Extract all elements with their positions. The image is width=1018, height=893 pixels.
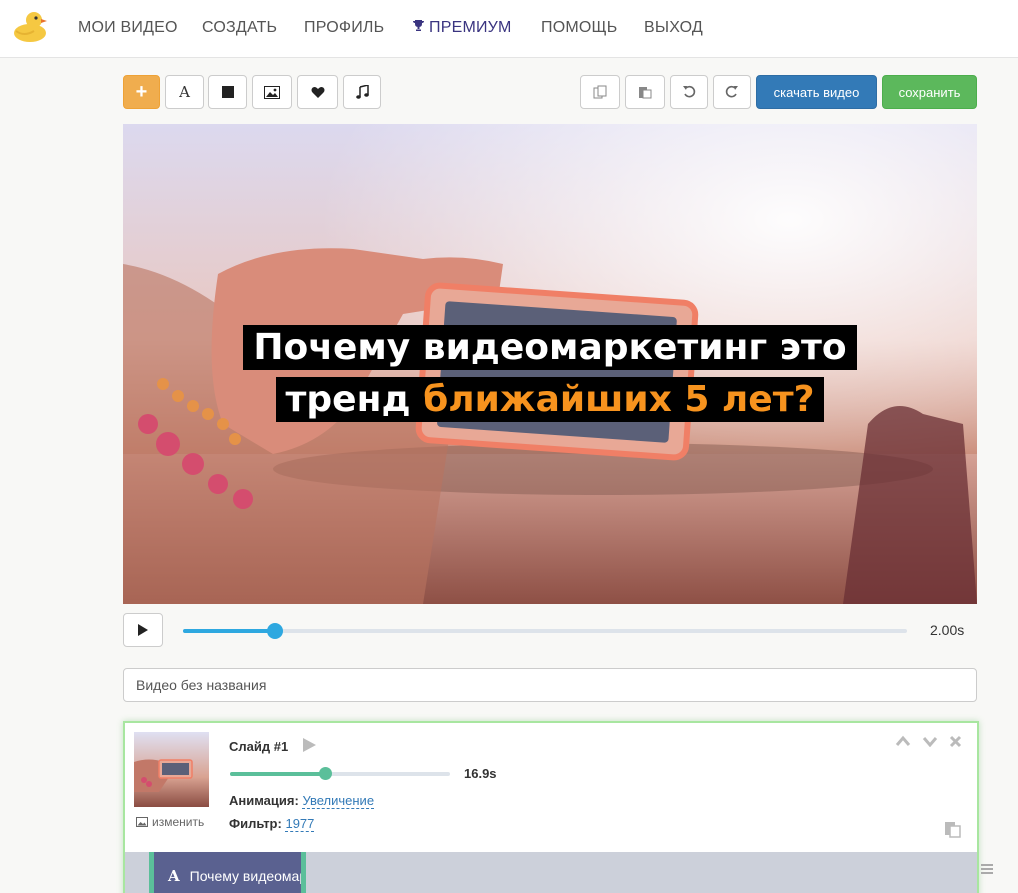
timeline-slider[interactable]: [183, 623, 907, 639]
filter-label: Фильтр:: [229, 816, 282, 831]
play-icon[interactable]: [301, 737, 317, 753]
save-button[interactable]: сохранить: [882, 75, 977, 109]
paste-icon: [639, 87, 652, 99]
add-shape-button[interactable]: [208, 75, 247, 109]
caption-line-2-text: тренд ближайших 5 лет?: [275, 377, 825, 422]
close-icon[interactable]: [949, 735, 962, 748]
nav-profile[interactable]: ПРОФИЛЬ: [304, 19, 384, 37]
paste-button[interactable]: [625, 75, 665, 109]
play-icon: [138, 624, 148, 636]
filter-row: Фильтр: 1977: [229, 816, 315, 832]
text-layer-label: Почему видеомаркетинг: [189, 867, 301, 884]
change-image-label: изменить: [152, 815, 205, 829]
add-sticker-button[interactable]: [297, 75, 338, 109]
heart-icon: [311, 86, 324, 98]
add-music-button[interactable]: [343, 75, 381, 109]
top-navbar: МОИ ВИДЕО СОЗДАТЬ ПРОФИЛЬ ПРЕМИУМ ПОМОЩЬ…: [0, 0, 1018, 58]
nav-premium-label: ПРЕМИУМ: [429, 19, 512, 36]
caption-highlight-text: ближайших 5 лет?: [423, 379, 815, 420]
square-icon: [221, 86, 234, 98]
duck-logo[interactable]: [10, 9, 48, 43]
image-icon: [264, 85, 280, 99]
undo-button[interactable]: [670, 75, 708, 109]
redo-icon: [725, 85, 738, 98]
animation-value-link[interactable]: Увеличение: [302, 793, 375, 809]
layer-timeline: A Почему видеомаркетинг: [125, 852, 977, 893]
video-canvas[interactable]: Почему видеомаркетинг это тренд ближайши…: [123, 124, 977, 604]
current-time: 2.00s: [930, 622, 965, 638]
music-icon: [355, 85, 369, 99]
paste-icon[interactable]: [944, 820, 962, 838]
nav-logout[interactable]: ВЫХОД: [644, 19, 703, 37]
copy-icon: [593, 85, 607, 99]
timeline-progress: [183, 629, 275, 633]
download-video-button[interactable]: скачать видео: [756, 75, 877, 109]
slide-thumbnail[interactable]: [134, 732, 209, 807]
undo-icon: [683, 85, 696, 98]
nav-my-videos[interactable]: МОИ ВИДЕО: [78, 19, 178, 37]
add-slide-button[interactable]: +: [123, 75, 160, 109]
text-icon: A: [179, 83, 190, 101]
caption-line-2[interactable]: тренд ближайших 5 лет?: [123, 374, 977, 426]
nav-help[interactable]: ПОМОЩЬ: [541, 19, 617, 37]
copy-button[interactable]: [580, 75, 620, 109]
slide-duration-progress: [230, 772, 325, 776]
slide-duration: 16.9s: [464, 766, 497, 781]
video-title-input[interactable]: [123, 668, 977, 702]
image-icon: [136, 817, 148, 827]
timeline-handle[interactable]: [266, 623, 283, 639]
play-button[interactable]: [123, 613, 163, 647]
slide-title: Слайд #1: [229, 739, 289, 754]
change-image-link[interactable]: изменить: [136, 815, 204, 829]
caption-line-1-text: Почему видеомаркетинг это: [243, 325, 857, 370]
nav-premium[interactable]: ПРЕМИУМ: [412, 19, 512, 37]
slide-panel[interactable]: изменить Слайд #1 16.9s Анимация: Увелич…: [123, 721, 979, 893]
chevron-up-icon[interactable]: [895, 735, 911, 747]
trophy-icon: [413, 20, 424, 31]
animation-label: Анимация:: [229, 793, 299, 808]
text-layer-icon: A: [168, 866, 180, 885]
caption-plain-text: тренд: [285, 379, 424, 420]
filter-value-link[interactable]: 1977: [285, 816, 315, 832]
slide-duration-slider[interactable]: [230, 767, 450, 780]
redo-button[interactable]: [713, 75, 751, 109]
chevron-down-icon[interactable]: [922, 735, 938, 747]
text-layer[interactable]: A Почему видеомаркетинг: [149, 852, 306, 893]
caption-line-1[interactable]: Почему видеомаркетинг это: [123, 322, 977, 374]
slide-duration-handle[interactable]: [318, 767, 332, 780]
add-text-button[interactable]: A: [165, 75, 204, 109]
add-image-button[interactable]: [252, 75, 292, 109]
drag-handle-icon[interactable]: [980, 862, 994, 876]
nav-create[interactable]: СОЗДАТЬ: [202, 19, 277, 37]
animation-row: Анимация: Увеличение: [229, 793, 375, 809]
